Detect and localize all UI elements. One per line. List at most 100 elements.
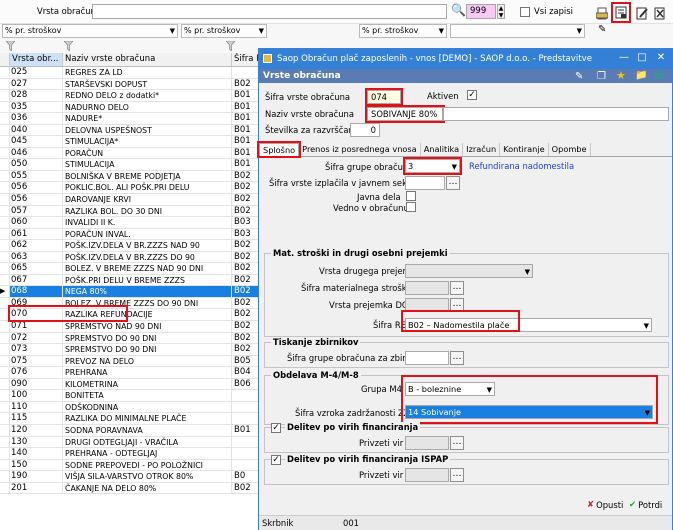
delitev-ispap-label: Delitev po virih financiranja ISPAP (285, 454, 451, 464)
tab-splosno[interactable]: Splošno (256, 141, 302, 158)
filter-funnel-icon[interactable] (64, 41, 73, 51)
doh-lookup-button[interactable]: … (450, 298, 464, 312)
cell-vrsta: 067 (10, 274, 63, 286)
books-icon[interactable]: ▤ (654, 69, 663, 83)
table-row[interactable]: 056 POKLIC.BOL. ALI POŠK.PRI DELU B02 (0, 182, 262, 195)
folder-icon[interactable]: 📁 (635, 69, 647, 83)
table-row[interactable]: 120 SODNA PORAVNAVA B01 (0, 424, 262, 437)
maximize-icon[interactable]: □ (633, 49, 651, 67)
filter-funnel-icon[interactable] (6, 41, 15, 51)
tab-analitika[interactable]: Analitika (421, 143, 464, 156)
table-row[interactable]: 130 DRUGI ODTEGLJAJI - VRAČILA (0, 436, 262, 449)
table-row[interactable]: 090 KILOMETRINA B06 (0, 378, 262, 391)
filter-dropdown-2[interactable]: % pr. stroškov ▼ (181, 24, 267, 38)
vrsta-drugega-select[interactable]: ▼ (405, 264, 533, 278)
table-row[interactable]: 100 BONITETA (0, 390, 262, 402)
new-record-button[interactable] (611, 2, 631, 23)
sifra-grupe-select[interactable]: 3 ▼ (403, 157, 462, 175)
table-row[interactable]: 065 BOLEZ. V BREME ZZZS NAD 90 DNI B02 (0, 263, 262, 275)
table-row[interactable]: 045 STIMULACIJA* B01 (0, 136, 262, 148)
copy-icon[interactable]: ❐ (597, 70, 606, 84)
filter-dropdown-4[interactable]: ▼ (450, 24, 585, 38)
table-row[interactable]: 028 REDNO DELO z dodatki* B01 (0, 90, 262, 102)
tab-kontiranje[interactable]: Kontiranje (500, 143, 549, 156)
table-row[interactable]: 061 PORAČUN INVAL. B03 (0, 228, 262, 241)
materialnega-input[interactable] (405, 281, 449, 295)
izplacila-input[interactable] (405, 176, 445, 190)
zbirnik-lookup-button[interactable]: … (450, 351, 464, 365)
star-icon[interactable]: ★ (616, 69, 626, 83)
table-row[interactable]: ▶ 068 NEGA 80% B02 (0, 286, 262, 298)
javna-dela-checkbox[interactable] (406, 191, 416, 201)
filter-dropdown-3[interactable]: % pr. stroškov ▼ (359, 24, 447, 38)
table-row[interactable]: 040 DELOVNA USPEŠNOST B01 (0, 124, 262, 137)
table-row[interactable]: 071 SPREMSTVO NAD 90 DNI B02 (0, 321, 262, 333)
table-row[interactable]: 056 DAROVANJE KRVI B02 (0, 194, 262, 206)
table-row[interactable]: 150 SODNE PREPOVEDI - PO POLOŽNICI (0, 459, 262, 472)
filter-dropdown-1[interactable]: % pr. stroškov ▼ (2, 24, 178, 38)
privzeti-vir-2-lookup-button[interactable]: … (450, 468, 464, 482)
potrdi-button[interactable]: ✔ Potrdi (629, 499, 662, 511)
table-row[interactable]: 046 PORAČUN B01 (0, 147, 262, 160)
tab-izracun[interactable]: Izračun (463, 143, 501, 156)
privzeti-vir-lookup-button[interactable]: … (450, 436, 464, 450)
zbirnik-input[interactable] (405, 351, 449, 365)
print-icon[interactable] (594, 5, 610, 21)
row-indicator (0, 367, 10, 378)
vrsta-obracuna-input[interactable] (92, 4, 447, 19)
izplacila-lookup-button[interactable]: … (446, 176, 460, 190)
vsi-zapisi-checkbox[interactable] (520, 7, 530, 17)
vedno-checkbox[interactable] (406, 202, 416, 212)
privzeti-vir-2-input[interactable] (405, 468, 449, 482)
delete-record-icon[interactable] (652, 5, 668, 21)
table-row[interactable]: 057 RAZLIKA BOL. DO 30 DNI B02 (0, 205, 262, 218)
minimize-icon[interactable]: — (615, 49, 633, 67)
materialnega-lookup-button[interactable]: … (450, 281, 464, 295)
naziv-vrste-input[interactable]: SOBIVANJE 80% (365, 105, 445, 123)
table-row[interactable]: 036 NADURE* B01 (0, 113, 262, 125)
aktiven-checkbox[interactable]: ✓ (467, 90, 477, 100)
privzeti-vir-input[interactable] (405, 436, 449, 450)
close-icon[interactable]: ✕ (652, 49, 670, 67)
table-row[interactable]: 025 REGRES ZA LD (0, 67, 262, 79)
table-row[interactable]: 063 POŠK.IZV.DELA V BR.ZZZS DO 90 B02 (0, 251, 262, 264)
table-row[interactable]: 027 STARŠEVSKI DOPUST B02 (0, 78, 262, 91)
filter-funnel-icon[interactable] (226, 41, 235, 51)
edit-record-icon[interactable] (634, 5, 650, 21)
doh-label: Vrsta prejemka DOH (329, 300, 415, 310)
row-indicator (0, 124, 10, 136)
sifra-vrste-input[interactable]: 074 (365, 88, 403, 106)
broom-icon[interactable]: ✎ (598, 24, 606, 35)
table-row[interactable]: 075 PREVOZ NA DELO B05 (0, 355, 262, 368)
tab-opombe[interactable]: Opombe (549, 143, 591, 156)
cancel-icon: ✘ (587, 500, 595, 510)
stevilka-input[interactable]: 0 (350, 123, 380, 137)
record-counter[interactable]: 999 (466, 4, 496, 19)
opusti-button[interactable]: ✘ Opusti (587, 499, 623, 511)
table-row[interactable]: 201 ČAKANJE NA DELO 80% B02 (0, 482, 262, 495)
naziv-vrste-input-ext[interactable] (443, 107, 669, 121)
counter-spinner[interactable]: ▲ ▼ (497, 4, 505, 19)
table-row[interactable]: 050 STIMULACIJA B01 (0, 159, 262, 171)
cell-naziv: NADURE* (63, 113, 232, 124)
table-row[interactable]: 140 PREHRANA - ODTEGLJAJ (0, 448, 262, 460)
table-row[interactable]: 055 BOLNIŠKA V BREME PODJETJA B02 (0, 170, 262, 183)
table-row[interactable]: 062 POŠK.IZV.DELA V BR.ZZZS NAD 90 B02 (0, 240, 262, 252)
table-row[interactable]: 076 PREHRANA B04 (0, 367, 262, 379)
search-icon[interactable]: 🔍 (451, 3, 466, 17)
table-row[interactable]: 073 SPREMSTVO DO 90 DNI B02 (0, 344, 262, 356)
edit-icon[interactable]: ✎ (575, 70, 583, 84)
table-row[interactable]: 067 POŠK.PRI DELU V BREME ZZZS B02 (0, 274, 262, 287)
table-row[interactable]: 060 INVALIDI II K. B03 (0, 217, 262, 229)
tab-prenos[interactable]: Prenos iz posrednega vnosa (299, 143, 421, 156)
column-header-vrsta[interactable]: Vrsta obr... (10, 53, 63, 66)
table-row[interactable]: 115 RAZLIKA DO MINIMALNE PLAČE (0, 413, 262, 425)
table-row[interactable]: 072 SPREMSTVO DO 90 DNI B02 (0, 332, 262, 345)
column-header-naziv[interactable]: Naziv vrste obračuna (63, 53, 232, 66)
table-row[interactable]: 035 NADURNO DELO B01 (0, 101, 262, 114)
table-row[interactable]: 190 VIŠJA SILA-VARSTVO OTROK 80% B0 (0, 471, 262, 483)
delitev-checkbox[interactable]: ✓ (271, 423, 281, 433)
doh-input[interactable] (405, 298, 449, 312)
delitev-ispap-checkbox[interactable]: ✓ (271, 455, 281, 465)
table-row[interactable]: 110 ODŠKODNINA (0, 401, 262, 414)
